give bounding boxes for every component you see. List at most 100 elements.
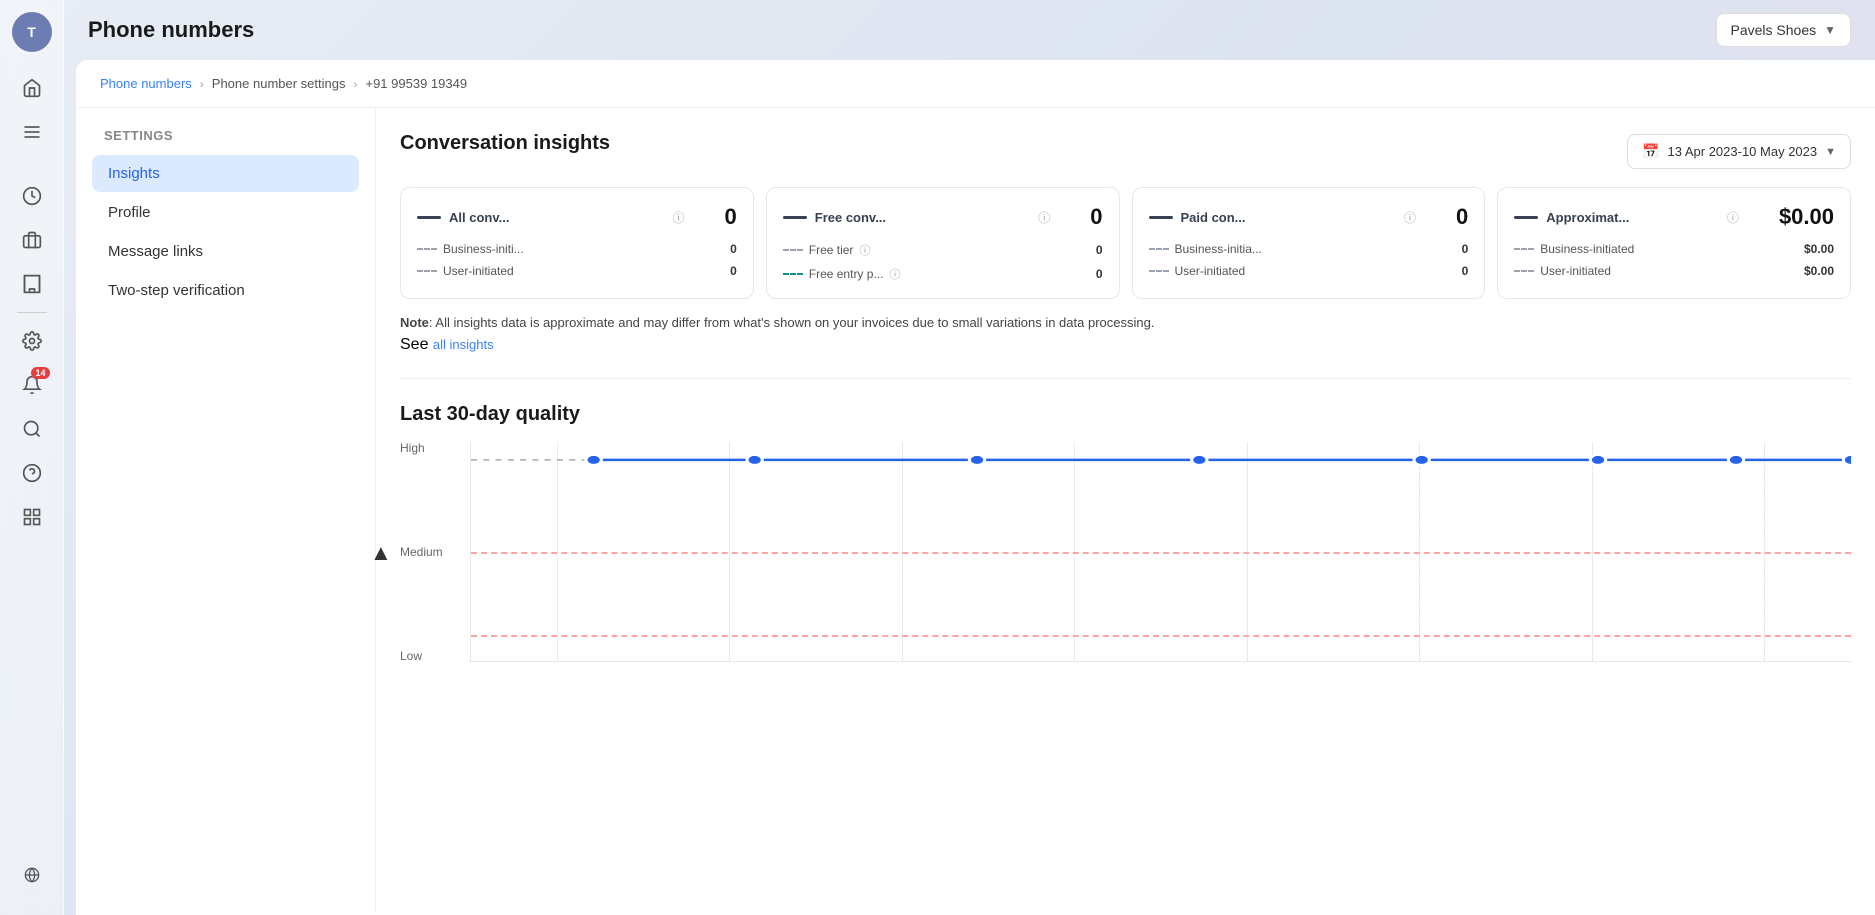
sub-info-free-entry[interactable]: ⓘ bbox=[889, 266, 900, 282]
chart-label-medium: Medium bbox=[400, 546, 443, 558]
metric-line-icon-4 bbox=[1514, 216, 1538, 219]
metric-sub-paid-user: User-initiated 0 bbox=[1149, 264, 1469, 278]
building-icon[interactable] bbox=[12, 264, 52, 304]
notification-badge: 14 bbox=[31, 367, 49, 379]
note-body: : All insights data is approximate and m… bbox=[429, 315, 1155, 330]
metric-sub-user-init: User-initiated 0 bbox=[417, 264, 737, 278]
inner-layout: Settings Insights Profile Message links … bbox=[76, 108, 1875, 913]
metric-header-paid-conv: Paid con... ⓘ 0 bbox=[1149, 204, 1469, 230]
nav-two-step[interactable]: Two-step verification bbox=[92, 272, 359, 309]
grid-icon[interactable] bbox=[12, 497, 52, 537]
workspace-name: Pavels Shoes bbox=[1731, 22, 1817, 38]
sub-value-paid-business: 0 bbox=[1462, 242, 1469, 256]
help-icon[interactable] bbox=[12, 453, 52, 493]
sidebar: T bbox=[0, 0, 64, 915]
see-text: See bbox=[400, 336, 428, 353]
sub-info-free-tier[interactable]: ⓘ bbox=[859, 242, 870, 258]
metric-sub-business-init: Business-initi... 0 bbox=[417, 242, 737, 256]
home-icon[interactable] bbox=[12, 68, 52, 108]
search-icon[interactable] bbox=[12, 409, 52, 449]
metric-value-all-conv: 0 bbox=[725, 204, 737, 230]
section-divider bbox=[400, 378, 1851, 379]
metric-line-icon-2 bbox=[783, 216, 807, 219]
chart-area bbox=[470, 442, 1851, 662]
sidebar-divider bbox=[17, 312, 47, 313]
metric-info-all-conv[interactable]: ⓘ bbox=[672, 209, 684, 226]
dashed-line-teal-icon bbox=[783, 273, 803, 275]
nav-message-links[interactable]: Message links bbox=[92, 233, 359, 270]
breadcrumb-phone: +91 99539 19349 bbox=[365, 76, 467, 91]
metric-card-free-conv: Free conv... ⓘ 0 Free tier ⓘ 0 bbox=[766, 187, 1120, 299]
page-title: Phone numbers bbox=[88, 17, 254, 43]
settings-icon[interactable] bbox=[12, 321, 52, 361]
metric-sub-free-tier: Free tier ⓘ 0 bbox=[783, 242, 1103, 258]
breadcrumb-settings: Phone number settings bbox=[212, 76, 346, 91]
sub-value-business-init: 0 bbox=[730, 242, 737, 256]
breadcrumb-phone-numbers[interactable]: Phone numbers bbox=[100, 76, 192, 91]
metric-info-approx[interactable]: ⓘ bbox=[1727, 209, 1739, 226]
metric-value-free-conv: 0 bbox=[1090, 204, 1102, 230]
quality-chart: High Medium Low bbox=[400, 442, 1851, 662]
chart-label-high: High bbox=[400, 442, 443, 454]
sub-value-approx-user: $0.00 bbox=[1804, 264, 1834, 278]
metric-card-paid-conv: Paid con... ⓘ 0 Business-initia... 0 bbox=[1132, 187, 1486, 299]
dashed-line-icon bbox=[417, 248, 437, 250]
metric-label-free-conv: Free conv... bbox=[815, 210, 1030, 225]
metric-card-all-conv: All conv... ⓘ 0 Business-initi... 0 bbox=[400, 187, 754, 299]
date-range: 13 Apr 2023-10 May 2023 bbox=[1668, 144, 1818, 159]
chart-y-labels: High Medium Low bbox=[400, 442, 443, 662]
workspace-selector[interactable]: Pavels Shoes ▼ bbox=[1716, 13, 1852, 47]
clock-icon[interactable] bbox=[12, 176, 52, 216]
metrics-grid: All conv... ⓘ 0 Business-initi... 0 bbox=[400, 187, 1851, 299]
metric-line-icon bbox=[417, 216, 441, 219]
quality-title: Last 30-day quality bbox=[400, 403, 1851, 426]
dashed-line-icon-3 bbox=[783, 249, 803, 251]
sub-label-paid-user: User-initiated bbox=[1175, 264, 1246, 278]
metric-sub-approx-business: Business-initiated $0.00 bbox=[1514, 242, 1834, 256]
breadcrumb-sep-2: › bbox=[353, 77, 357, 91]
chart-label-low: Low bbox=[400, 650, 443, 662]
metric-sub-free-entry: Free entry p... ⓘ 0 bbox=[783, 266, 1103, 282]
date-picker[interactable]: 📅 13 Apr 2023-10 May 2023 ▼ bbox=[1627, 134, 1851, 169]
metric-sub-paid-business: Business-initia... 0 bbox=[1149, 242, 1469, 256]
metric-value-approx: $0.00 bbox=[1779, 204, 1834, 230]
content-area: Phone numbers › Phone number settings › … bbox=[76, 60, 1875, 915]
metric-line-icon-3 bbox=[1149, 216, 1173, 219]
sub-label-user-init: User-initiated bbox=[443, 264, 514, 278]
metric-info-paid-conv[interactable]: ⓘ bbox=[1404, 209, 1416, 226]
breadcrumb: Phone numbers › Phone number settings › … bbox=[76, 60, 1875, 108]
main-content: Phone numbers Pavels Shoes ▼ Phone numbe… bbox=[64, 0, 1875, 915]
nav-profile[interactable]: Profile bbox=[92, 194, 359, 231]
sub-value-user-init: 0 bbox=[730, 264, 737, 278]
briefcase-icon[interactable] bbox=[12, 220, 52, 260]
quality-chart-svg bbox=[471, 442, 1851, 661]
metric-info-free-conv[interactable]: ⓘ bbox=[1038, 209, 1050, 226]
menu-icon[interactable] bbox=[12, 112, 52, 152]
metric-header-approx: Approximat... ⓘ $0.00 bbox=[1514, 204, 1834, 230]
settings-sidebar: Settings Insights Profile Message links … bbox=[76, 108, 376, 913]
sub-label-approx-business: Business-initiated bbox=[1540, 242, 1634, 256]
sub-value-approx-business: $0.00 bbox=[1804, 242, 1834, 256]
dashed-line-icon-2 bbox=[417, 270, 437, 272]
metric-label-paid-conv: Paid con... bbox=[1181, 210, 1396, 225]
insights-title: Conversation insights bbox=[400, 132, 610, 155]
all-insights-link[interactable]: all insights bbox=[433, 337, 494, 352]
dashed-line-icon-5 bbox=[1149, 270, 1169, 272]
bell-icon[interactable]: 14 bbox=[12, 365, 52, 405]
dashed-line-icon-4 bbox=[1149, 248, 1169, 250]
quality-section: Last 30-day quality High Medium Low bbox=[400, 403, 1851, 662]
nav-insights[interactable]: Insights bbox=[92, 155, 359, 192]
calendar-icon: 📅 bbox=[1642, 143, 1659, 160]
top-header: Phone numbers Pavels Shoes ▼ bbox=[64, 0, 1875, 60]
sub-label-business-init: Business-initi... bbox=[443, 242, 524, 256]
sub-value-free-tier: 0 bbox=[1096, 243, 1103, 257]
metric-header-free-conv: Free conv... ⓘ 0 bbox=[783, 204, 1103, 230]
conversation-insights-section: Conversation insights 📅 13 Apr 2023-10 M… bbox=[400, 132, 1851, 354]
see-all-insights: See all insights bbox=[400, 336, 1851, 354]
avatar[interactable]: T bbox=[12, 12, 52, 52]
main-panel: Conversation insights 📅 13 Apr 2023-10 M… bbox=[376, 108, 1875, 913]
insights-header: Conversation insights 📅 13 Apr 2023-10 M… bbox=[400, 132, 1851, 171]
globe-icon[interactable] bbox=[12, 855, 52, 895]
metric-value-paid-conv: 0 bbox=[1456, 204, 1468, 230]
note-text: Note: All insights data is approximate a… bbox=[400, 315, 1851, 330]
